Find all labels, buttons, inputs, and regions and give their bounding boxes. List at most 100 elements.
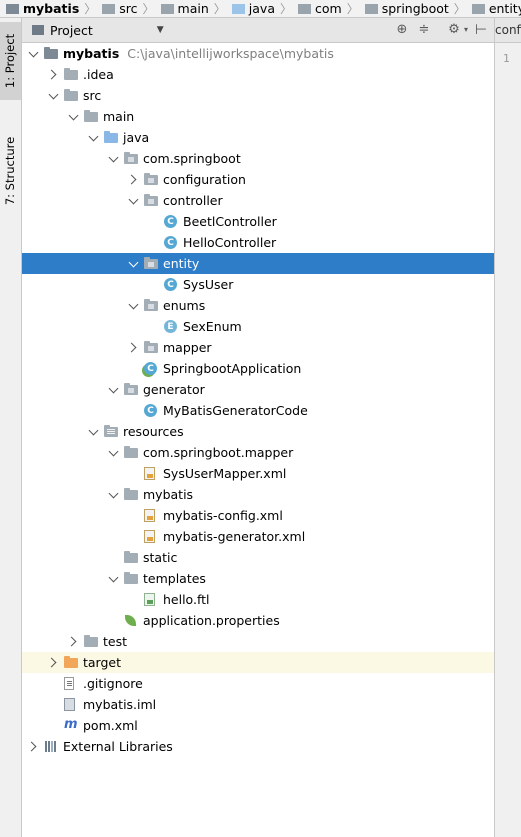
tree-row[interactable]: m pom.xml <box>22 715 494 736</box>
chevron-down-icon[interactable] <box>128 194 140 206</box>
folder-icon <box>298 3 312 14</box>
tree-row[interactable]: application.properties <box>22 610 494 631</box>
chevron-right-icon[interactable] <box>28 740 40 752</box>
xml-file-icon <box>144 509 155 522</box>
tree-row[interactable]: SysUserMapper.xml <box>22 463 494 484</box>
tree-row[interactable]: controller <box>22 190 494 211</box>
tree-row[interactable]: mapper <box>22 337 494 358</box>
chevron-right-icon[interactable] <box>128 173 140 185</box>
tree-item-label: .idea <box>83 67 114 82</box>
chevron-down-icon[interactable]: ▼ <box>157 25 164 35</box>
tree-item-label: application.properties <box>143 613 280 628</box>
chevron-down-icon[interactable] <box>28 47 40 59</box>
tree-row[interactable]: C MyBatisGeneratorCode <box>22 400 494 421</box>
tree-row[interactable]: C BeetlController <box>22 211 494 232</box>
tree-row[interactable]: mybatis <box>22 484 494 505</box>
folder-icon <box>364 3 378 14</box>
collapse-all-icon[interactable]: ≑ <box>417 23 431 37</box>
breadcrumb-item[interactable]: java 〉 <box>226 0 292 17</box>
enum-icon: E <box>164 320 177 333</box>
tree-item-label: mybatis <box>63 46 120 61</box>
chevron-down-icon[interactable] <box>48 89 60 101</box>
chevron-right-icon: 〉 <box>453 2 466 16</box>
tree-item-label: enums <box>163 298 206 313</box>
tree-row[interactable]: test <box>22 631 494 652</box>
package-icon <box>144 257 158 270</box>
tree-row[interactable]: enums <box>22 295 494 316</box>
project-view-icon <box>32 25 44 35</box>
chevron-down-icon[interactable] <box>68 110 80 122</box>
chevron-right-icon: 〉 <box>84 2 97 16</box>
tree-row[interactable]: C HelloController <box>22 232 494 253</box>
tree-row[interactable]: E SexEnum <box>22 316 494 337</box>
tree-row[interactable]: .idea <box>22 64 494 85</box>
package-icon <box>144 341 158 354</box>
tree-row[interactable]: mybatis-config.xml <box>22 505 494 526</box>
folder-icon <box>64 68 78 81</box>
chevron-down-icon[interactable] <box>108 446 120 458</box>
breadcrumb-item[interactable]: mybatis 〉 <box>0 0 96 17</box>
breadcrumb-item[interactable]: entity〉 <box>466 0 521 17</box>
source-folder-icon <box>231 3 245 14</box>
hide-panel-icon[interactable]: ⊢ <box>474 23 488 37</box>
breadcrumb-item[interactable]: src 〉 <box>96 0 155 17</box>
tree-row[interactable]: resources <box>22 421 494 442</box>
tree-item-text: src <box>83 88 101 103</box>
breadcrumb-item[interactable]: com 〉 <box>292 0 359 17</box>
tree-row[interactable]: java <box>22 127 494 148</box>
chevron-down-icon[interactable] <box>108 383 120 395</box>
libraries-icon <box>44 740 58 752</box>
tree-row[interactable]: C SpringbootApplication <box>22 358 494 379</box>
tree-row[interactable]: mybatis.iml <box>22 694 494 715</box>
tree-row[interactable]: static <box>22 547 494 568</box>
chevron-down-icon[interactable] <box>128 257 140 269</box>
breadcrumb: mybatis 〉 src 〉 main 〉 java 〉 com 〉 springboot 〉 ent… <box>0 0 521 18</box>
tree-row[interactable]: target <box>22 652 494 673</box>
tree-row[interactable]: templates <box>22 568 494 589</box>
chevron-down-icon[interactable] <box>88 131 100 143</box>
editor-tab[interactable]: confi <box>495 18 521 43</box>
breadcrumb-item[interactable]: main 〉 <box>155 0 226 17</box>
chevron-down-icon[interactable] <box>88 425 100 437</box>
folder-icon <box>64 89 78 102</box>
tree-row[interactable]: hello.ftl <box>22 589 494 610</box>
tree-item-label: static <box>143 550 178 565</box>
breadcrumb-label: src <box>119 1 138 16</box>
chevron-down-icon[interactable] <box>108 572 120 584</box>
tree-item-text: enums <box>163 298 205 313</box>
chevron-right-icon[interactable] <box>48 68 60 80</box>
tree-item-label: mybatis <box>143 487 194 502</box>
chevron-down-icon[interactable] <box>108 488 120 500</box>
tab-project[interactable]: 1: Project <box>0 22 21 100</box>
chevron-down-icon[interactable] <box>128 299 140 311</box>
tree-item-label: SysUser <box>183 277 234 292</box>
tree-row[interactable]: entity <box>22 253 494 274</box>
tree-row[interactable]: src <box>22 85 494 106</box>
tree-row[interactable]: configuration <box>22 169 494 190</box>
folder-icon <box>124 572 138 585</box>
ftl-file-icon <box>144 593 155 606</box>
tree-row[interactable]: External Libraries <box>22 736 494 757</box>
chevron-right-icon[interactable] <box>68 635 80 647</box>
tree-row[interactable]: .gitignore <box>22 673 494 694</box>
chevron-right-icon[interactable] <box>128 341 140 353</box>
project-view-selector[interactable]: Project <box>50 23 93 38</box>
tree-row[interactable]: C SysUser <box>22 274 494 295</box>
chevron-right-icon[interactable] <box>48 656 60 668</box>
editor-area: confi 1 <box>495 18 521 837</box>
tab-structure[interactable]: 7: Structure <box>0 128 21 214</box>
tree-row[interactable]: mybatis-generator.xml <box>22 526 494 547</box>
tree-row[interactable]: com.springboot <box>22 148 494 169</box>
tree-row[interactable]: main <box>22 106 494 127</box>
tree-item-label: generator <box>143 382 205 397</box>
project-tree[interactable]: mybatis C:\java\intellijworkspace\mybatis… <box>22 43 494 837</box>
tree-item-label: pom.xml <box>83 718 138 733</box>
breadcrumb-label: com <box>315 1 342 16</box>
tree-row[interactable]: generator <box>22 379 494 400</box>
tree-row[interactable]: mybatis C:\java\intellijworkspace\mybatis <box>22 43 494 64</box>
scroll-from-source-icon[interactable]: ⊕ <box>395 23 409 37</box>
tree-row[interactable]: com.springboot.mapper <box>22 442 494 463</box>
gear-dropdown-icon[interactable]: ▾ <box>459 23 473 37</box>
chevron-down-icon[interactable] <box>108 152 120 164</box>
breadcrumb-item[interactable]: springboot 〉 <box>359 0 466 17</box>
